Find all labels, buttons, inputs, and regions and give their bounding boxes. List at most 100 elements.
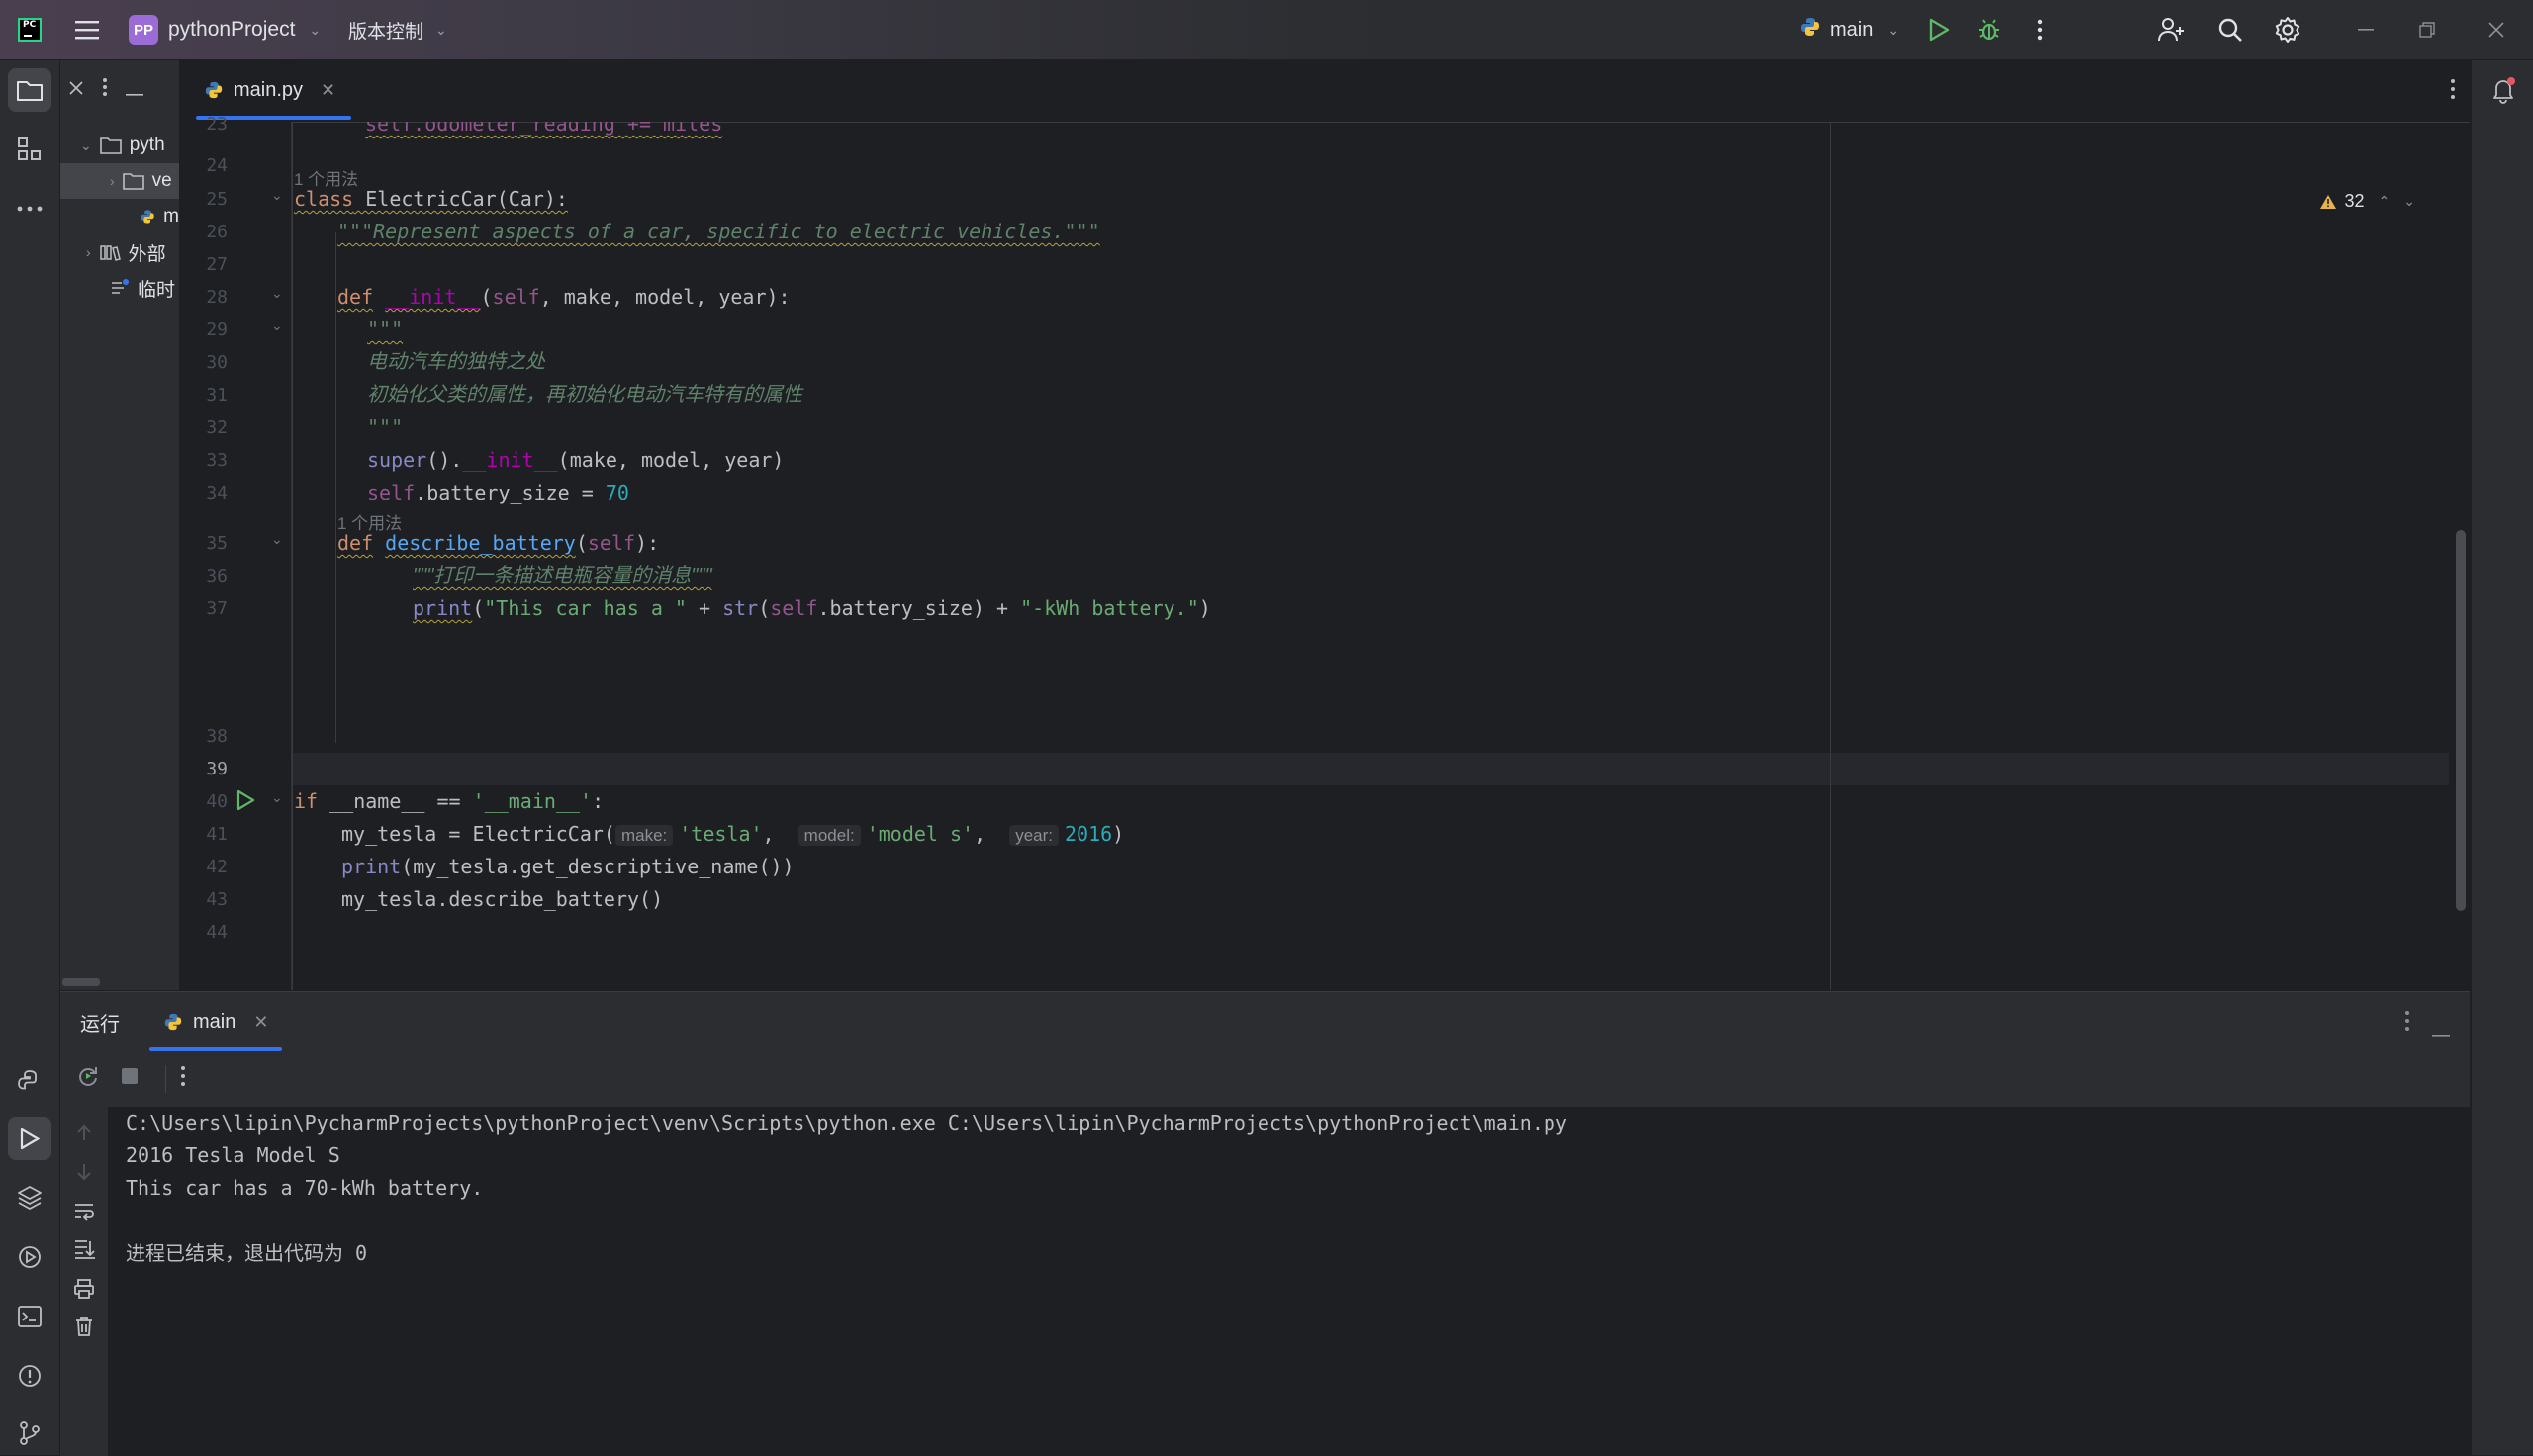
tree-item-scratches[interactable]: 临时 xyxy=(110,270,179,306)
line-number: 23 xyxy=(206,114,228,135)
fold-toggle-icon[interactable]: ⌄ xyxy=(271,187,283,204)
code-line-35: def describe_battery(self): xyxy=(337,531,660,555)
services-icon[interactable] xyxy=(8,1235,51,1279)
structure-icon[interactable] xyxy=(8,128,51,171)
run-options-icon[interactable] xyxy=(2404,1010,2410,1038)
code-line-41: my_tesla = ElectricCar(make:'tesla', mod… xyxy=(341,822,1125,846)
fold-toggle-icon[interactable]: ⌄ xyxy=(271,285,283,302)
minimize-window-icon[interactable] xyxy=(2341,0,2391,59)
tree-item-label: ve xyxy=(151,170,172,191)
tree-item-label: 临时 xyxy=(138,279,176,301)
print-icon[interactable] xyxy=(72,1277,96,1301)
editor-area: main.py ✕ 23 24 25 26 27 28 29 30 31 32 33 34 35 36 37… xyxy=(180,60,2470,990)
folder-icon xyxy=(99,137,122,154)
stop-icon[interactable] xyxy=(120,1066,140,1092)
line-number: 28 xyxy=(206,287,228,308)
console-output[interactable]: C:\Users\lipin\PycharmProjects\pythonPro… xyxy=(126,1107,2441,1456)
problems-icon[interactable] xyxy=(8,1354,51,1398)
chevron-right-icon: › xyxy=(110,173,115,189)
project-switcher[interactable]: PP pythonProject ⌄ xyxy=(129,0,321,59)
python-file-icon xyxy=(164,1013,182,1031)
run-button[interactable] xyxy=(1923,0,1955,59)
run-tool-icon[interactable] xyxy=(8,1117,51,1160)
add-user-icon[interactable] xyxy=(2153,0,2189,59)
notifications-icon[interactable] xyxy=(2489,76,2517,110)
console-line: 2016 Tesla Model S xyxy=(126,1143,340,1167)
tree-item-venv[interactable]: › ve xyxy=(60,163,179,199)
project-folder-icon[interactable] xyxy=(8,68,51,112)
code-line-32: """ xyxy=(367,415,404,439)
restore-window-icon[interactable] xyxy=(2402,0,2452,59)
warning-count: 32 xyxy=(2344,191,2365,211)
close-window-icon[interactable] xyxy=(2472,0,2521,59)
tree-item-main-py[interactable]: m xyxy=(140,199,179,234)
hide-run-window-icon[interactable] xyxy=(2432,1020,2450,1043)
line-number: 38 xyxy=(206,726,228,747)
tree-item-project-root[interactable]: ⌄ pyth xyxy=(80,128,179,163)
debug-button[interactable] xyxy=(1973,0,2005,59)
gutter-run-icon[interactable] xyxy=(235,789,259,813)
search-icon[interactable] xyxy=(2212,0,2248,59)
panel-options-icon[interactable] xyxy=(102,77,108,103)
settings-gear-icon[interactable] xyxy=(2270,0,2305,59)
vcs-label: 版本控制 xyxy=(348,21,424,43)
tab-options-icon[interactable] xyxy=(2450,78,2456,106)
line-number: 44 xyxy=(206,922,228,943)
line-number: 30 xyxy=(206,352,228,373)
tree-item-external-libraries[interactable]: › 外部 xyxy=(86,234,179,270)
collapse-all-icon[interactable] xyxy=(68,79,84,102)
run-more-icon[interactable] xyxy=(165,1065,186,1093)
run-config-selector[interactable]: main ⌄ xyxy=(1799,0,1899,59)
tab-main-py[interactable]: main.py ✕ xyxy=(190,60,352,120)
close-tab-icon[interactable]: ✕ xyxy=(253,1012,268,1033)
tree-item-label: 外部 xyxy=(128,243,166,265)
scroll-to-end-icon[interactable] xyxy=(72,1237,96,1261)
left-tool-strip xyxy=(0,60,60,1455)
python-packages-icon[interactable] xyxy=(8,1176,51,1220)
code-line-29: """ xyxy=(367,318,404,341)
python-console-icon[interactable] xyxy=(8,1059,51,1103)
run-tab-main[interactable]: main ✕ xyxy=(149,992,283,1051)
more-actions-icon[interactable] xyxy=(2024,0,2056,59)
project-panel: ⌄ pyth › ve m › 外部 临时 xyxy=(60,60,180,990)
git-branch-icon[interactable] xyxy=(8,1411,51,1455)
previous-highlight-icon[interactable]: ⌃ xyxy=(2379,193,2391,210)
python-file-icon xyxy=(1799,16,1821,44)
run-tab-label: main xyxy=(193,1010,236,1033)
tab-label: main.py xyxy=(234,78,304,101)
line-number: 24 xyxy=(206,155,228,176)
line-number: 32 xyxy=(206,417,228,438)
tree-item-label: pyth xyxy=(129,135,165,155)
library-icon xyxy=(99,245,121,261)
horizontal-scrollbar[interactable] xyxy=(62,978,100,986)
main-menu-icon[interactable] xyxy=(69,0,105,59)
rerun-icon[interactable] xyxy=(76,1064,100,1094)
code-line-36: """打印一条描述电瓶容量的消息""" xyxy=(413,565,712,587)
pycharm-logo-icon[interactable] xyxy=(14,0,46,59)
caret-row-highlight xyxy=(292,753,2449,785)
hide-panel-icon[interactable] xyxy=(126,79,143,102)
code-line-42: print(my_tesla.get_descriptive_name()) xyxy=(341,855,795,878)
inspection-widget[interactable]: 32 ⌃ ⌄ xyxy=(2319,191,2415,212)
indent-guide xyxy=(292,122,293,990)
more-tools-icon[interactable] xyxy=(8,187,51,230)
terminal-icon[interactable] xyxy=(8,1295,51,1338)
fold-toggle-icon[interactable]: ⌄ xyxy=(271,531,283,548)
fold-toggle-icon[interactable]: ⌄ xyxy=(271,789,283,806)
line-number: 29 xyxy=(206,319,228,340)
line-number: 26 xyxy=(206,222,228,242)
code-editor[interactable]: self.odometer_reading += miles 1 个用法 cla… xyxy=(292,122,2449,990)
editor-tab-bar: main.py ✕ xyxy=(180,60,2470,123)
scroll-up-icon[interactable] xyxy=(72,1121,96,1144)
vcs-menu[interactable]: 版本控制 ⌄ xyxy=(348,0,447,59)
vertical-scrollbar[interactable] xyxy=(2456,530,2466,911)
fold-toggle-icon[interactable]: ⌄ xyxy=(271,318,283,334)
chevron-right-icon: › xyxy=(86,244,91,260)
tree-item-label: m xyxy=(163,206,179,227)
scroll-down-icon[interactable] xyxy=(72,1160,96,1184)
run-window-title: 运行 xyxy=(80,1013,120,1036)
clear-all-trash-icon[interactable] xyxy=(72,1315,96,1338)
soft-wrap-icon[interactable] xyxy=(72,1200,96,1224)
close-tab-icon[interactable]: ✕ xyxy=(321,80,335,101)
next-highlight-icon[interactable]: ⌄ xyxy=(2403,193,2415,210)
